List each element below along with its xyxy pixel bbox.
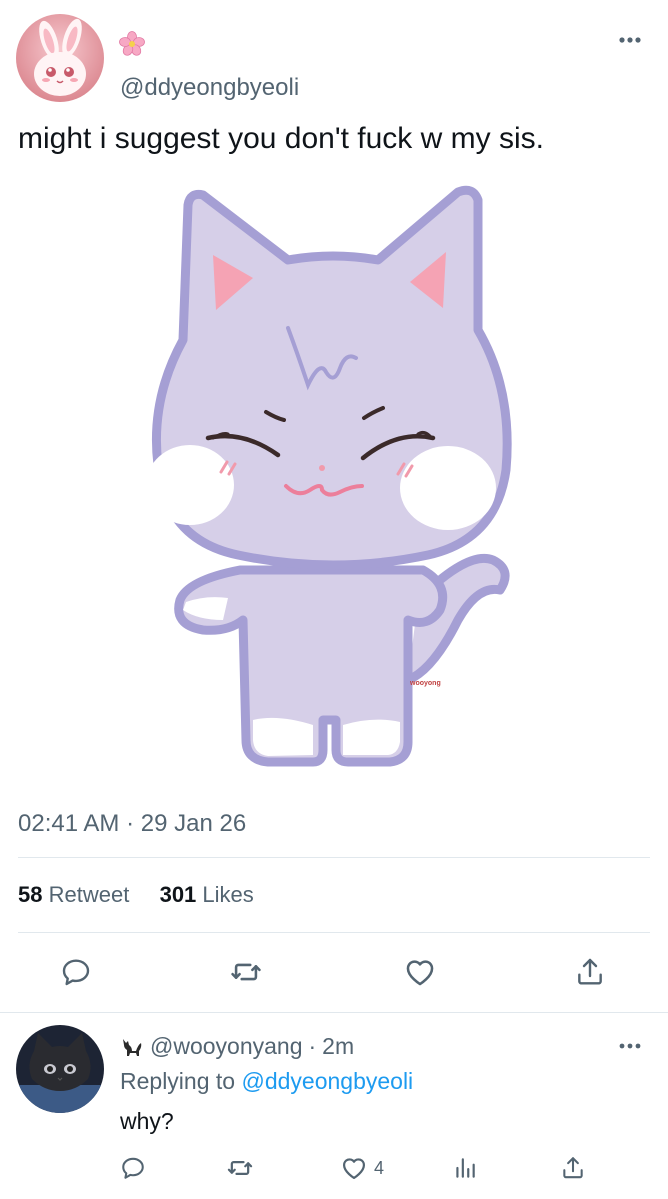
retweet-button[interactable]	[226, 952, 266, 992]
tweet-time: 02:41 AM	[18, 810, 120, 837]
reply-share-button[interactable]	[560, 1152, 586, 1184]
reply-age: 2m	[322, 1033, 355, 1059]
more-options-button[interactable]	[614, 30, 648, 50]
tweet-date: 29 Jan 26	[140, 810, 247, 837]
more-horizontal-icon	[619, 1043, 641, 1049]
flower-icon	[118, 30, 146, 58]
reply-button[interactable]	[56, 952, 96, 992]
reply-author-avatar[interactable]	[16, 1025, 104, 1113]
reply-text: why?	[120, 1108, 174, 1134]
replying-prefix: Replying to	[120, 1068, 236, 1094]
more-horizontal-icon	[619, 37, 641, 43]
replying-mention[interactable]: @ddyeongbyeoli	[241, 1068, 413, 1094]
reply-like-button[interactable]: 4	[340, 1152, 384, 1184]
tweet-text: might i suggest you don't fuck w my sis.	[18, 122, 544, 155]
likes-label: Likes	[202, 882, 254, 907]
replying-to: Replying to @ddyeongbyeoli	[120, 1068, 413, 1095]
separator: ·	[126, 810, 135, 837]
tweet-image[interactable]: wooyong	[128, 180, 538, 780]
reply-icon	[62, 959, 90, 986]
divider	[18, 932, 650, 933]
reply-like-count: 4	[374, 1157, 385, 1178]
cat-icon	[123, 1038, 142, 1056]
share-icon	[563, 1157, 583, 1179]
divider	[0, 1012, 668, 1013]
author-handle[interactable]: @ddyeongbyeoli	[120, 74, 299, 102]
artist-signature: wooyong	[409, 680, 441, 687]
reply-header: @wooyonyang · 2m	[120, 1033, 354, 1060]
heart-icon	[342, 1158, 366, 1180]
reply-retweet-button[interactable]	[226, 1152, 254, 1184]
reply-reply-button[interactable]	[120, 1152, 146, 1184]
like-button[interactable]	[400, 952, 440, 992]
heart-icon	[406, 960, 434, 986]
retweet-icon	[227, 1161, 253, 1175]
retweets-label: Retweet	[48, 882, 130, 907]
share-icon	[578, 958, 602, 985]
retweets-stat[interactable]: 58 Retweet	[18, 882, 135, 907]
reply-author-handle[interactable]: @wooyonyang	[150, 1033, 303, 1060]
divider	[18, 857, 650, 858]
share-button[interactable]	[570, 952, 610, 992]
likes-stat[interactable]: 301 Likes	[160, 882, 254, 907]
engagement-stats: 58 Retweet 301 Likes	[18, 882, 254, 908]
author-avatar[interactable]	[16, 14, 104, 102]
more-options-button[interactable]	[614, 1036, 648, 1056]
analytics-icon	[456, 1158, 475, 1178]
tweet-timestamp[interactable]: 02:41 AM · 29 Jan 26	[18, 810, 246, 838]
likes-count: 301	[159, 882, 197, 907]
reply-analytics-button[interactable]	[452, 1152, 478, 1184]
retweet-icon	[231, 963, 261, 981]
separator: ·	[308, 1033, 317, 1059]
retweets-count: 58	[18, 882, 43, 907]
reply-icon	[122, 1157, 144, 1179]
